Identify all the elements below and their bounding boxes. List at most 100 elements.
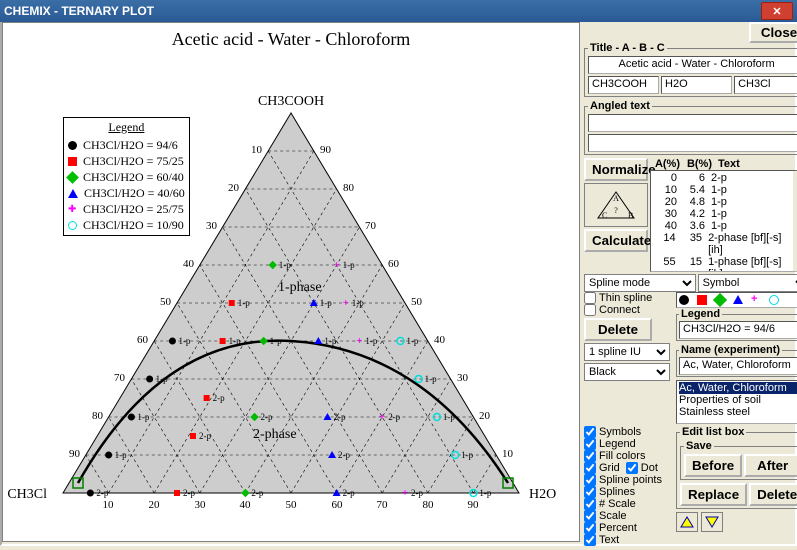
close-icon[interactable]: ✕	[761, 2, 793, 20]
svg-text:?: ?	[614, 206, 618, 215]
vertex-c-label: H2O	[529, 487, 556, 502]
svg-text:60: 60	[137, 334, 149, 346]
plot-legend: Legend CH3Cl/H2O = 94/6CH3Cl/H2O = 75/25…	[63, 117, 190, 236]
thin-spline-checkbox[interactable]: Thin spline	[584, 292, 676, 304]
svg-text:70: 70	[114, 372, 126, 384]
svg-text:30: 30	[206, 220, 218, 232]
svg-text:90: 90	[320, 144, 332, 156]
svg-text:2-p: 2-p	[261, 412, 273, 422]
svg-text:+: +	[333, 259, 339, 271]
number-scale-checkbox[interactable]: # Scale	[584, 498, 676, 510]
svg-text:2-p: 2-p	[183, 488, 195, 498]
replace-button[interactable]: Replace	[680, 483, 747, 506]
svg-text:2-p: 2-p	[199, 431, 211, 441]
svg-text:+: +	[343, 297, 349, 309]
svg-text:10: 10	[502, 448, 514, 460]
svg-text:1-p: 1-p	[406, 336, 418, 346]
svg-text:1-p: 1-p	[238, 298, 250, 308]
svg-text:40: 40	[240, 499, 252, 511]
svg-text:1-p: 1-p	[479, 488, 491, 498]
svg-text:1-p: 1-p	[443, 412, 455, 422]
text-checkbox[interactable]: Text	[584, 534, 676, 546]
ternary-plot-svg: CH3COOH CH3Cl H2O 1020 3040 5060 7080 90…	[3, 23, 581, 543]
svg-text:70: 70	[377, 499, 389, 511]
plot-title-input[interactable]: Acetic acid - Water - Chloroform	[588, 56, 797, 74]
title-bar: CHEMIX - TERNARY PLOT ✕	[0, 0, 797, 22]
normalize-button[interactable]: Normalize	[584, 158, 648, 181]
plot-title: Acetic acid - Water - Chloroform	[3, 29, 579, 50]
svg-text:40: 40	[183, 258, 195, 270]
svg-text:C: C	[602, 211, 607, 220]
svg-text:2-p: 2-p	[343, 488, 355, 498]
angled-text-2[interactable]	[588, 134, 797, 152]
svg-text:2-phase: 2-phase	[253, 427, 297, 442]
after-button[interactable]: After	[744, 454, 797, 477]
svg-text:1-p: 1-p	[324, 336, 336, 346]
svg-text:1-p: 1-p	[156, 374, 168, 384]
svg-text:60: 60	[332, 499, 344, 511]
fill-colors-checkbox[interactable]: Fill colors	[584, 450, 676, 462]
svg-text:80: 80	[423, 499, 435, 511]
svg-text:1-p: 1-p	[115, 450, 127, 460]
svg-text:40: 40	[434, 334, 446, 346]
title-group-label: Title - A - B - C	[588, 42, 667, 54]
svg-text:10: 10	[251, 144, 263, 156]
svg-text:1-p: 1-p	[320, 298, 332, 308]
svg-text:2-p: 2-p	[338, 450, 350, 460]
svg-text:2-p: 2-p	[411, 488, 423, 498]
spline-mode-select[interactable]: Spline mode	[584, 274, 696, 292]
scale-checkbox[interactable]: Scale	[584, 510, 676, 522]
splines-checkbox[interactable]: Splines	[584, 486, 676, 498]
svg-text:70: 70	[365, 220, 377, 232]
component-c-input[interactable]: CH3Cl	[734, 76, 797, 94]
close-button[interactable]: Close	[749, 22, 797, 43]
svg-text:80: 80	[343, 182, 355, 194]
svg-text:1-p: 1-p	[425, 374, 437, 384]
grid-checkbox[interactable]: Grid	[584, 462, 620, 474]
angled-text-1[interactable]	[588, 114, 797, 132]
window-title: CHEMIX - TERNARY PLOT	[4, 4, 154, 18]
svg-text:50: 50	[286, 499, 298, 511]
legend-text-input[interactable]: CH3Cl/H2O = 94/6	[679, 321, 797, 339]
symbols-checkbox[interactable]: Symbols	[584, 426, 676, 438]
svg-text:2-p: 2-p	[333, 412, 345, 422]
svg-text:1-p: 1-p	[279, 260, 291, 270]
svg-text:1-p: 1-p	[178, 336, 190, 346]
abc-preview-icon[interactable]: A?CB	[584, 183, 648, 227]
spline-index-select[interactable]: 1 spline IU	[584, 343, 670, 361]
svg-text:20: 20	[228, 182, 240, 194]
color-select[interactable]: Black	[584, 363, 670, 381]
connect-checkbox[interactable]: Connect	[584, 304, 676, 316]
svg-text:1-p: 1-p	[365, 336, 377, 346]
component-a-input[interactable]: CH3COOH	[588, 76, 659, 94]
triangle-up-icon[interactable]	[676, 512, 698, 532]
triangle-down-icon[interactable]	[701, 512, 723, 532]
component-b-input[interactable]: H2O	[661, 76, 732, 94]
data-listbox[interactable]: 062-p105.41-p204.81-p304.21-p403.61-p143…	[650, 170, 797, 272]
svg-text:2-p: 2-p	[251, 488, 263, 498]
delete-list-button[interactable]: Delete	[749, 483, 797, 506]
svg-text:+: +	[402, 487, 408, 499]
svg-text:2-p: 2-p	[388, 412, 400, 422]
spline-points-checkbox[interactable]: Spline points	[584, 474, 676, 486]
svg-text:+: +	[356, 335, 362, 347]
experiment-name-input[interactable]: Ac, Water, Chloroform	[679, 357, 797, 375]
svg-text:50: 50	[160, 296, 172, 308]
before-button[interactable]: Before	[684, 454, 742, 477]
svg-text:1-p: 1-p	[461, 450, 473, 460]
delete-button[interactable]: Delete	[584, 318, 652, 341]
svg-text:10: 10	[103, 499, 115, 511]
dot-checkbox[interactable]: Dot	[626, 462, 658, 474]
svg-text:80: 80	[92, 410, 104, 422]
angled-text-label: Angled text	[588, 100, 652, 112]
symbol-select[interactable]: Symbol	[698, 274, 797, 292]
svg-text:1-p: 1-p	[270, 336, 282, 346]
calculate-button[interactable]: Calculate	[584, 229, 648, 252]
svg-text:60: 60	[388, 258, 400, 270]
legend-checkbox[interactable]: Legend	[584, 438, 676, 450]
percent-checkbox[interactable]: Percent	[584, 522, 676, 534]
symbol-palette[interactable]: +	[676, 292, 797, 308]
experiment-listbox[interactable]: Ac, Water, ChloroformProperties of soilS…	[676, 380, 797, 424]
svg-text:90: 90	[69, 448, 81, 460]
svg-text:1-p: 1-p	[137, 412, 149, 422]
